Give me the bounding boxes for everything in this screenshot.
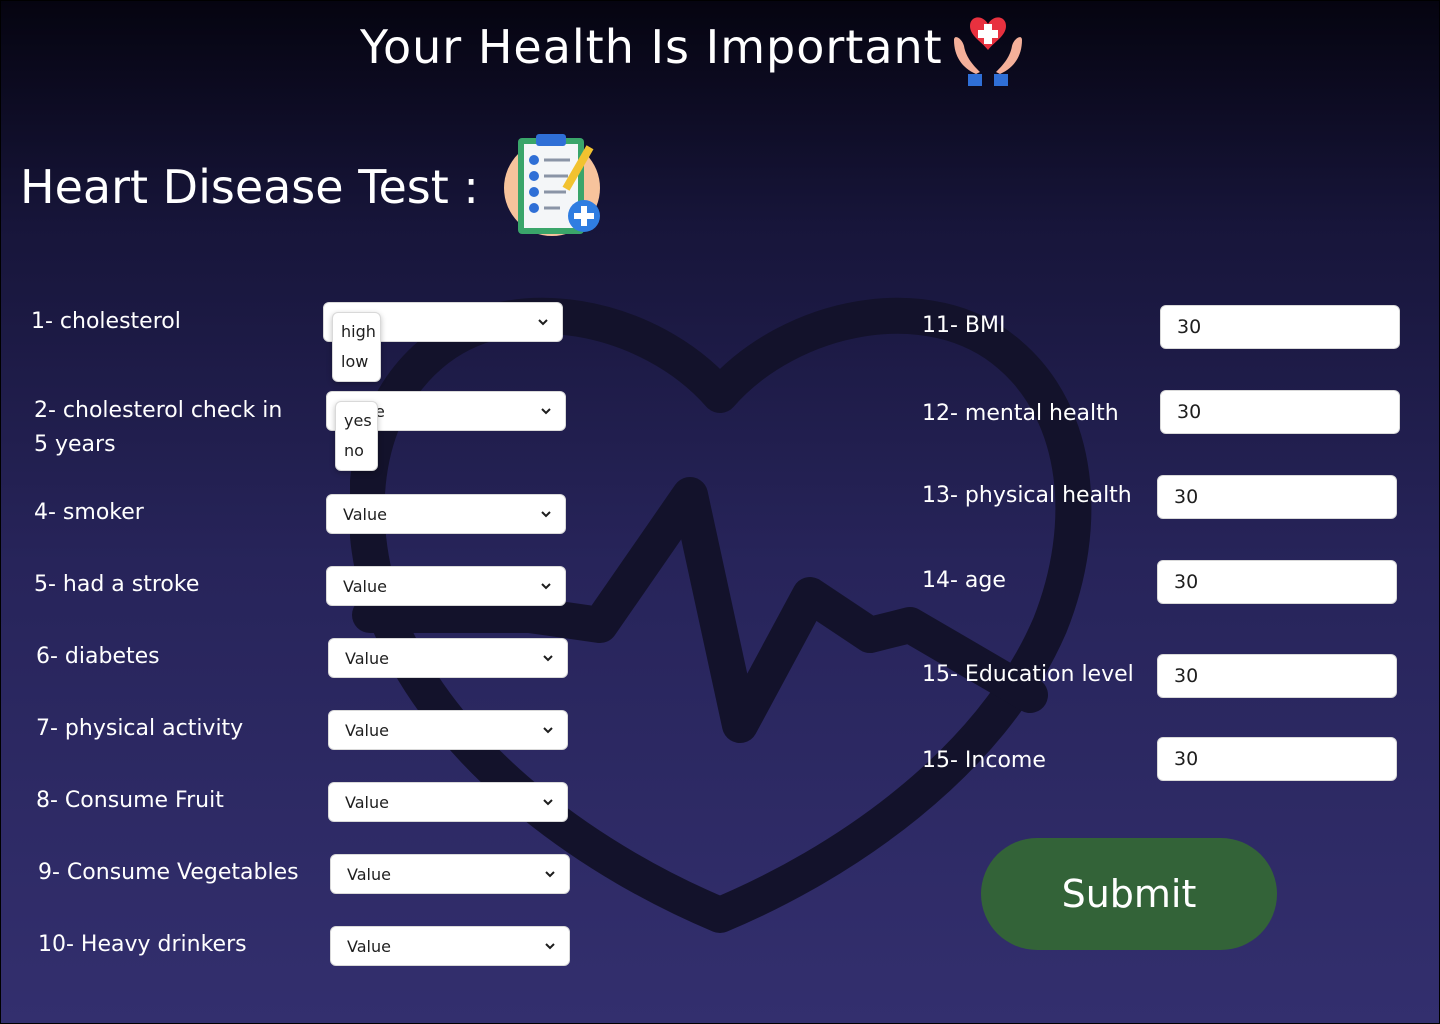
bmi-input[interactable]	[1160, 305, 1400, 349]
chevron-down-icon	[543, 655, 553, 662]
dropdown-option-yes[interactable]: yes	[336, 406, 377, 436]
label-physical-activity: 7- physical activity	[36, 716, 244, 741]
chevron-down-icon	[543, 799, 553, 806]
income-input[interactable]	[1157, 737, 1397, 781]
chevron-down-icon	[541, 511, 551, 518]
stroke-select[interactable]: Value	[326, 566, 566, 606]
dropdown-option-low[interactable]: low	[333, 347, 380, 377]
label-cholesterol: 1- cholesterol	[31, 309, 181, 334]
consume-fruit-select[interactable]: Value	[328, 782, 568, 822]
cholesterol-dropdown: high low	[332, 312, 381, 382]
chevron-down-icon	[543, 727, 553, 734]
label-consume-vegetables: 9- Consume Vegetables	[38, 860, 299, 885]
label-consume-fruit: 8- Consume Fruit	[36, 788, 224, 813]
chevron-down-icon	[541, 408, 551, 415]
age-input[interactable]	[1157, 560, 1397, 604]
label-diabetes: 6- diabetes	[36, 644, 160, 669]
label-income: 15- Income	[922, 748, 1046, 773]
label-education-level: 15- Education level	[922, 662, 1134, 687]
education-level-input[interactable]	[1157, 654, 1397, 698]
dropdown-option-no[interactable]: no	[336, 436, 377, 466]
label-physical-health: 13- physical health	[922, 483, 1132, 508]
label-stroke: 5- had a stroke	[34, 572, 200, 597]
label-cholesterol-check: 2- cholesterol check in 5 years	[34, 398, 283, 457]
heavy-drinkers-select[interactable]: Value	[330, 926, 570, 966]
mental-health-input[interactable]	[1160, 390, 1400, 434]
chevron-down-icon	[541, 583, 551, 590]
consume-vegetables-select[interactable]: Value	[330, 854, 570, 894]
label-mental-health: 12- mental health	[922, 401, 1119, 426]
label-smoker: 4- smoker	[34, 500, 144, 525]
physical-activity-select[interactable]: Value	[328, 710, 568, 750]
chevron-down-icon	[545, 943, 555, 950]
label-bmi: 11- BMI	[922, 313, 1006, 338]
chevron-down-icon	[538, 319, 548, 326]
submit-button[interactable]: Submit	[981, 838, 1277, 950]
cholesterol-check-dropdown: yes no	[335, 401, 378, 471]
test-title: Heart Disease Test :	[20, 160, 479, 214]
smoker-select[interactable]: Value	[326, 494, 566, 534]
physical-health-input[interactable]	[1157, 475, 1397, 519]
page-title: Your Health Is Important	[360, 20, 943, 74]
clipboard-checklist-icon	[504, 134, 600, 236]
diabetes-select[interactable]: Value	[328, 638, 568, 678]
label-age: 14- age	[922, 568, 1006, 593]
chevron-down-icon	[545, 871, 555, 878]
hands-heart-icon	[954, 17, 1022, 86]
dropdown-option-high[interactable]: high	[333, 317, 380, 347]
label-heavy-drinkers: 10- Heavy drinkers	[38, 932, 247, 957]
